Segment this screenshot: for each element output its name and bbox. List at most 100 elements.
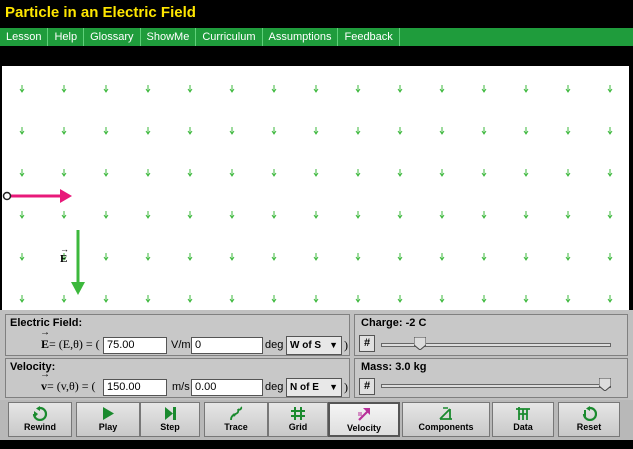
field-grid-arrow xyxy=(313,211,319,219)
field-grid-arrow xyxy=(607,127,613,135)
field-grid-arrow xyxy=(439,85,445,93)
field-grid-arrow xyxy=(313,127,319,135)
velocity-group: Velocity: v = (v,θ) = ( 150.00 m/s 0.00 … xyxy=(5,358,350,398)
e-equation-text: = (E,θ) = ( xyxy=(49,337,100,351)
field-grid-arrow xyxy=(439,295,445,303)
controls-panel: Electric Field: E = (E,θ) = ( 75.00 V/m,… xyxy=(0,310,633,400)
field-grid-arrow xyxy=(103,127,109,135)
field-grid-arrow xyxy=(187,211,193,219)
e-direction-value: W of S xyxy=(290,340,322,351)
field-grid-arrow xyxy=(19,127,25,135)
charge-slider-thumb[interactable] xyxy=(413,337,426,350)
e-magnitude-input[interactable]: 75.00 xyxy=(103,337,167,354)
field-grid-arrow xyxy=(397,169,403,177)
velocity-arrow-head xyxy=(60,189,72,203)
field-grid-arrow xyxy=(355,295,361,303)
v-direction-select[interactable]: N of E ▼ xyxy=(286,378,342,397)
field-canvas: E → xyxy=(2,85,613,303)
menu-bar: Lesson Help Glossary ShowMe Curriculum A… xyxy=(0,28,633,46)
v-close-paren: ) xyxy=(344,380,348,394)
charge-hash-button[interactable]: # xyxy=(359,335,375,352)
menu-glossary[interactable]: Glossary xyxy=(84,28,141,46)
field-grid-arrow xyxy=(565,211,571,219)
field-grid-arrow xyxy=(481,85,487,93)
trace-button[interactable]: Trace xyxy=(204,402,268,437)
field-grid-arrow xyxy=(607,295,613,303)
particle[interactable] xyxy=(2,191,12,201)
menu-help[interactable]: Help xyxy=(48,28,85,46)
field-grid-arrow xyxy=(145,127,151,135)
toolbar: Rewind Play Step Trace Grid Velocity Com… xyxy=(0,400,633,440)
field-grid-arrow xyxy=(19,295,25,303)
step-button[interactable]: Step xyxy=(140,402,200,437)
menu-showme[interactable]: ShowMe xyxy=(141,28,197,46)
reset-icon xyxy=(582,406,597,421)
field-grid-arrow xyxy=(397,127,403,135)
field-grid-arrow xyxy=(523,85,529,93)
components-button[interactable]: Components xyxy=(402,402,490,437)
chevron-down-icon: ▼ xyxy=(329,382,338,392)
field-grid-arrow xyxy=(19,253,25,261)
field-grid-arrow xyxy=(187,169,193,177)
reset-button[interactable]: Reset xyxy=(558,402,620,437)
field-grid-arrow xyxy=(61,169,67,177)
velocity-button[interactable]: Velocity xyxy=(328,402,400,437)
v-direction-value: N of E xyxy=(290,382,319,393)
field-grid-arrow xyxy=(271,211,277,219)
field-grid-arrow xyxy=(523,253,529,261)
v-angle-unit: deg xyxy=(265,381,284,393)
field-grid-arrow xyxy=(523,211,529,219)
field-grid-arrow xyxy=(481,211,487,219)
field-grid-arrow xyxy=(103,169,109,177)
field-grid-arrow xyxy=(607,253,613,261)
data-button[interactable]: Data xyxy=(492,402,554,437)
trace-icon xyxy=(230,406,243,421)
field-grid-arrow xyxy=(313,169,319,177)
field-grid-arrow xyxy=(103,295,109,303)
field-grid-arrow xyxy=(61,85,67,93)
mass-slider-thumb[interactable] xyxy=(599,378,611,391)
v-magnitude-input[interactable]: 150.00 xyxy=(103,379,167,396)
mass-hash-button[interactable]: # xyxy=(359,378,375,395)
field-grid-arrow xyxy=(61,127,67,135)
data-table-icon xyxy=(516,407,530,420)
menu-feedback[interactable]: Feedback xyxy=(338,28,400,46)
menu-assumptions[interactable]: Assumptions xyxy=(263,28,339,46)
field-grid-arrow xyxy=(229,295,235,303)
field-grid-arrow xyxy=(271,169,277,177)
field-grid-arrow xyxy=(19,169,25,177)
field-grid-arrow xyxy=(565,253,571,261)
field-grid-arrow xyxy=(313,85,319,93)
components-icon xyxy=(439,407,452,420)
field-grid-arrow xyxy=(271,127,277,135)
field-grid-arrows xyxy=(19,85,613,303)
chevron-down-icon: ▼ xyxy=(329,340,338,350)
menu-curriculum[interactable]: Curriculum xyxy=(196,28,263,46)
field-grid-arrow xyxy=(481,169,487,177)
velocity-arrow-icon xyxy=(358,408,370,421)
field-grid-arrow xyxy=(607,169,613,177)
simulation-stage[interactable]: E → xyxy=(2,66,629,310)
field-grid-arrow xyxy=(355,169,361,177)
field-grid-arrow xyxy=(229,253,235,261)
mass-slider-track[interactable] xyxy=(381,384,611,388)
rewind-icon xyxy=(32,406,48,421)
field-grid-arrow xyxy=(397,211,403,219)
play-button[interactable]: Play xyxy=(76,402,140,437)
field-grid-arrow xyxy=(439,169,445,177)
rewind-button[interactable]: Rewind xyxy=(8,402,72,437)
field-grid-arrow xyxy=(565,127,571,135)
e-field-label: E xyxy=(60,253,67,265)
field-grid-arrow xyxy=(565,85,571,93)
grid-button[interactable]: Grid xyxy=(268,402,328,437)
field-grid-arrow xyxy=(229,127,235,135)
e-angle-input[interactable]: 0 xyxy=(191,337,263,354)
field-grid-arrow xyxy=(145,169,151,177)
v-angle-input[interactable]: 0.00 xyxy=(191,379,263,396)
field-grid-arrow xyxy=(271,253,277,261)
field-grid-arrow xyxy=(271,85,277,93)
menu-lesson[interactable]: Lesson xyxy=(0,28,49,46)
field-grid-arrow xyxy=(271,295,277,303)
e-field-vector-mark: → xyxy=(60,244,69,254)
e-direction-select[interactable]: W of S ▼ xyxy=(286,336,342,355)
